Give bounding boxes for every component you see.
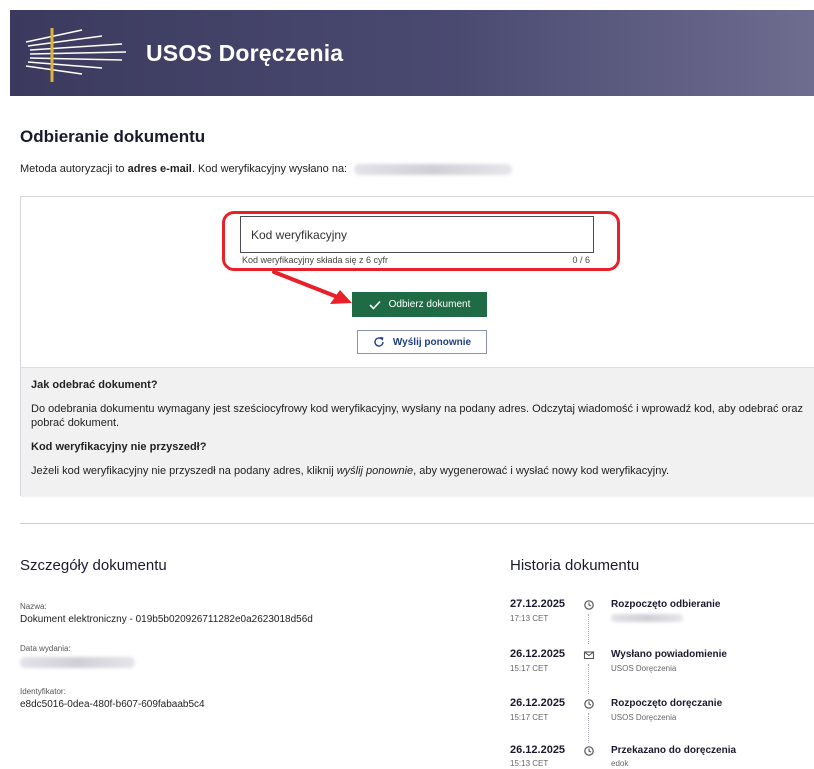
history-date: 26.12.2025 — [510, 744, 566, 756]
red-arrow-icon — [272, 270, 352, 304]
clock-icon — [584, 600, 594, 610]
history-date: 26.12.2025 — [510, 648, 566, 660]
auth-method-text: Metoda autoryzacji to adres e-mail. Kod … — [20, 163, 513, 175]
help-answer-1: Do odebrania dokumentu wymagany jest sze… — [31, 403, 803, 429]
history-time: 15:17 CET — [510, 664, 549, 673]
history-event: Rozpoczęto doręczanie — [611, 698, 723, 709]
history-date: 27.12.2025 — [510, 598, 566, 610]
redacted-history-source — [611, 614, 683, 622]
details-title: Szczegóły dokumentu — [20, 557, 167, 574]
document-identifier: e8dc5016-0dea-480f-b607-609fabaab5c4 — [20, 699, 205, 710]
refresh-icon — [374, 337, 384, 347]
help-section: Jak odebrać dokument? Do odebrania dokum… — [21, 367, 814, 497]
timeline-connector — [588, 713, 589, 743]
help-question-1: Jak odebrać dokument? — [31, 379, 158, 391]
verification-code-input[interactable] — [240, 216, 594, 253]
section-divider — [20, 523, 814, 524]
code-hint: Kod weryfikacyjny składa się z 6 cyfr 0 … — [242, 255, 590, 265]
clock-icon — [584, 746, 594, 756]
history-time: 17:13 CET — [510, 614, 549, 623]
envelope-icon — [583, 651, 595, 660]
identifier-label: Identyfikator: — [20, 687, 66, 696]
redacted-issue-date — [20, 657, 135, 668]
document-name: Dokument elektroniczny - 019b5b020926711… — [20, 614, 313, 625]
usos-logo-icon — [25, 28, 127, 82]
receive-document-button[interactable]: Odbierz dokument — [352, 292, 487, 317]
history-time: 15:17 CET — [510, 713, 549, 722]
resend-code-button[interactable]: Wyślij ponownie — [357, 330, 487, 354]
history-source: USOS Doręczenia — [611, 713, 677, 722]
page-title: Odbieranie dokumentu — [20, 127, 206, 146]
history-event: Rozpoczęto odbieranie — [611, 599, 721, 610]
history-time: 15:13 CET — [510, 759, 549, 768]
history-event: Przekazano do doręczenia — [611, 745, 737, 756]
history-source: edok — [611, 759, 629, 768]
help-answer-2: Jeżeli kod weryfikacyjny nie przyszedł n… — [31, 465, 670, 477]
app-title: USOS Doręczenia — [146, 40, 344, 66]
name-label: Nazwa: — [20, 602, 47, 611]
code-char-counter: 0 / 6 — [572, 255, 590, 265]
app-header: USOS Doręczenia — [10, 10, 814, 96]
clock-icon — [584, 699, 594, 709]
timeline-connector — [588, 664, 589, 694]
issue-date-label: Data wydania: — [20, 644, 71, 653]
history-source: USOS Doręczenia — [611, 664, 677, 673]
history-title: Historia dokumentu — [510, 557, 640, 574]
redacted-email — [354, 163, 513, 175]
timeline-connector — [588, 614, 589, 644]
checkmark-icon — [369, 300, 381, 310]
history-date: 26.12.2025 — [510, 697, 566, 709]
help-question-2: Kod weryfikacyjny nie przyszedł? — [31, 441, 207, 453]
history-event: Wysłano powiadomienie — [611, 649, 727, 660]
